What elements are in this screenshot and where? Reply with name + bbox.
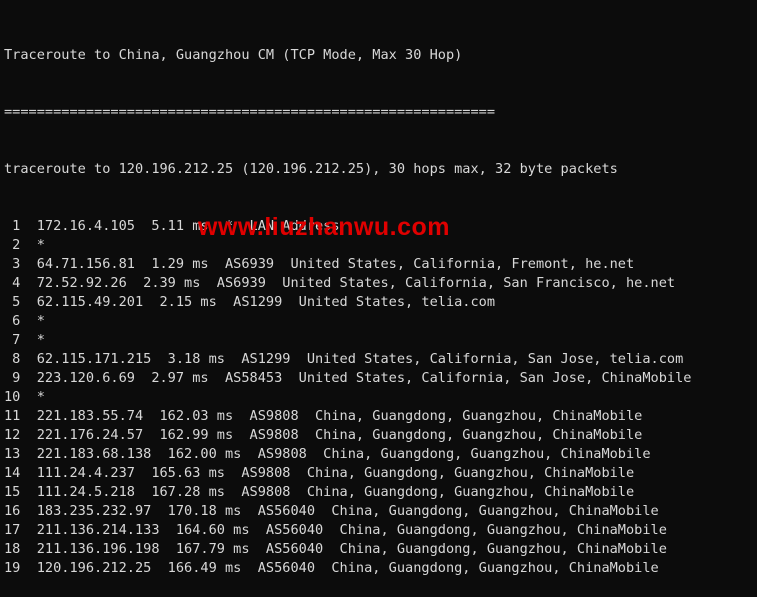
hop-line: 16 183.235.232.97 170.18 ms AS56040 Chin… [4, 503, 659, 519]
hop-line: 10 * [4, 389, 45, 405]
hop-line: 5 62.115.49.201 2.15 ms AS1299 United St… [4, 294, 496, 310]
traceroute-title: Traceroute to China, Guangzhou CM (TCP M… [4, 47, 463, 63]
hop-line: 19 120.196.212.25 166.49 ms AS56040 Chin… [4, 560, 659, 576]
hop-line: 6 * [4, 313, 45, 329]
separator-line: ========================================… [4, 104, 496, 120]
hop-line: 12 221.176.24.57 162.99 ms AS9808 China,… [4, 427, 643, 443]
hop-line: 11 221.183.55.74 162.03 ms AS9808 China,… [4, 408, 643, 424]
hop-line: 8 62.115.171.215 3.18 ms AS1299 United S… [4, 351, 684, 367]
hop-line: 18 211.136.196.198 167.79 ms AS56040 Chi… [4, 541, 667, 557]
hop-line: 2 * [4, 237, 45, 253]
hop-line: 15 111.24.5.218 167.28 ms AS9808 China, … [4, 484, 635, 500]
hop-line: 17 211.136.214.133 164.60 ms AS56040 Chi… [4, 522, 667, 538]
hop-line: 7 * [4, 332, 45, 348]
hop-line: 13 221.183.68.138 162.00 ms AS9808 China… [4, 446, 651, 462]
hop-list: 1 172.16.4.105 5.11 ms * LAN Address 2 *… [4, 217, 757, 578]
terminal-window[interactable]: Traceroute to China, Guangzhou CM (TCP M… [0, 0, 757, 576]
hop-line: 3 64.71.156.81 1.29 ms AS6939 United Sta… [4, 256, 635, 272]
hop-line: 4 72.52.92.26 2.39 ms AS6939 United Stat… [4, 275, 676, 291]
hop-line: 1 172.16.4.105 5.11 ms * LAN Address [4, 218, 340, 234]
hop-line: 14 111.24.4.237 165.63 ms AS9808 China, … [4, 465, 635, 481]
traceroute-command: traceroute to 120.196.212.25 (120.196.21… [4, 161, 618, 177]
hop-line: 9 223.120.6.69 2.97 ms AS58453 United St… [4, 370, 692, 386]
